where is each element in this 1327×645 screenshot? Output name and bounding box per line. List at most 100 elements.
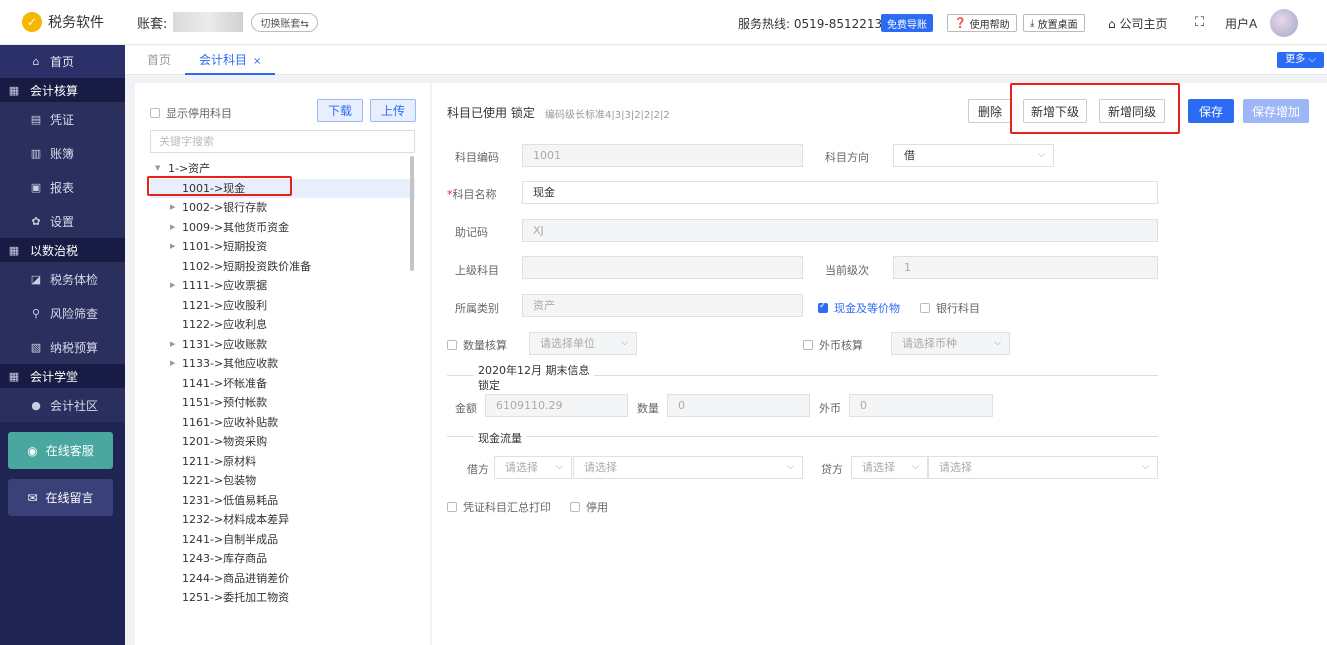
- currency-select[interactable]: 请选择币种 ⌵: [891, 332, 1010, 355]
- upload-button[interactable]: 上传: [370, 99, 416, 122]
- nav-community[interactable]: ● 会计社区: [0, 388, 125, 422]
- user-name[interactable]: 用户A: [1225, 15, 1257, 32]
- amount-field[interactable]: 6109110.29: [485, 394, 628, 417]
- nav-home[interactable]: ⌂ 首页: [0, 45, 125, 78]
- tree-item[interactable]: ▶ 1101->短期投资: [150, 237, 415, 257]
- tree-item[interactable]: ▶ 1133->其他应收款: [150, 354, 415, 374]
- tree-item[interactable]: 1151->预付帐款: [150, 393, 415, 413]
- close-icon[interactable]: ×: [253, 56, 261, 67]
- name-field[interactable]: 现金: [522, 181, 1158, 204]
- code-label: 科目编码: [455, 151, 499, 164]
- debit-item-select[interactable]: 请选择 ⌵: [573, 456, 803, 479]
- chevron-right-icon[interactable]: ▶: [170, 198, 175, 218]
- tree-item[interactable]: 1232->材料成本差异: [150, 510, 415, 530]
- tree-item[interactable]: 1231->低值易耗品: [150, 491, 415, 511]
- tree-item[interactable]: ▶ 1009->其他货币资金: [150, 218, 415, 238]
- tree-item[interactable]: 1244->商品进销差价: [150, 569, 415, 589]
- online-service-button[interactable]: ◉ 在线客服: [8, 432, 113, 469]
- tree-item[interactable]: 1251->委托加工物资: [150, 588, 415, 608]
- debit-type-select[interactable]: 请选择 ⌵: [494, 456, 572, 479]
- disable-checkbox[interactable]: 停用: [570, 499, 608, 515]
- switch-account-button[interactable]: 切换账套⇆: [251, 12, 318, 32]
- direction-select[interactable]: 借 ⌵: [893, 144, 1054, 167]
- service-icon: ◉: [27, 443, 38, 458]
- tree-item-label: 1231->低值易耗品: [182, 493, 279, 507]
- name-label-text: 科目名称: [452, 188, 497, 201]
- desktop-button[interactable]: ⤓ 放置桌面: [1023, 14, 1085, 32]
- tab-accounting-subjects[interactable]: 会计科目 ×: [185, 45, 276, 75]
- save-add-button[interactable]: 保存增加: [1243, 99, 1309, 123]
- unit-select[interactable]: 请选择单位 ⌵: [529, 332, 637, 355]
- desktop-label: 放置桌面: [1037, 19, 1078, 31]
- mnemonic-field[interactable]: XJ: [522, 219, 1158, 242]
- delete-button[interactable]: 删除: [968, 99, 1012, 123]
- nav-tax-budget[interactable]: ▧ 纳税预算: [0, 330, 125, 364]
- download-button[interactable]: 下载: [317, 99, 363, 122]
- category-field[interactable]: 资产: [522, 294, 803, 317]
- company-home-link[interactable]: ⌂ 公司主页: [1108, 15, 1167, 32]
- avatar[interactable]: [1270, 9, 1298, 37]
- tree-scrollbar[interactable]: [410, 156, 414, 271]
- online-message-button[interactable]: ✉ 在线留言: [8, 479, 113, 516]
- nav-settings[interactable]: ✿ 设置: [0, 204, 125, 238]
- tree-item[interactable]: ▶ 1002->银行存款: [150, 198, 415, 218]
- tab-bar: 首页 会计科目 × 更多 ⌵: [125, 45, 1327, 75]
- account-name-masked: [173, 12, 244, 32]
- add-same-level-button[interactable]: 新增同级: [1099, 99, 1165, 123]
- credit-type-select[interactable]: 请选择 ⌵: [851, 456, 928, 479]
- tree-item[interactable]: 1241->自制半成品: [150, 530, 415, 550]
- search-input[interactable]: 关键字搜索: [150, 130, 415, 153]
- fullscreen-icon[interactable]: ⛶: [1195, 15, 1204, 30]
- credit-item-select[interactable]: 请选择 ⌵: [928, 456, 1158, 479]
- tree-item[interactable]: 1102->短期投资跌价准备: [150, 257, 415, 277]
- chevron-right-icon[interactable]: ▶: [170, 335, 175, 355]
- tree-item[interactable]: ▶ 1111->应收票据: [150, 276, 415, 296]
- nav-report[interactable]: ▣ 报表: [0, 170, 125, 204]
- print-summary-checkbox[interactable]: 凭证科目汇总打印: [447, 499, 551, 515]
- debit-item-placeholder: 请选择: [584, 461, 617, 474]
- nav-group-school[interactable]: ▦ 会计学堂: [0, 364, 125, 388]
- tree-item[interactable]: 1001->现金: [150, 178, 415, 198]
- chevron-right-icon[interactable]: ▶: [170, 218, 175, 238]
- location-icon: ●: [31, 398, 41, 412]
- nav-ledger[interactable]: ▥ 账簿: [0, 136, 125, 170]
- show-disabled-checkbox[interactable]: 显示停用科目: [150, 105, 232, 121]
- tree-item[interactable]: 1122->应收利息: [150, 315, 415, 335]
- tree-item[interactable]: 1161->应收补贴款: [150, 413, 415, 433]
- nav-group-accounting[interactable]: ▦ 会计核算: [0, 78, 125, 102]
- save-button[interactable]: 保存: [1188, 99, 1234, 123]
- tree-item[interactable]: 1221->包装物: [150, 471, 415, 491]
- level-field[interactable]: 1: [893, 256, 1158, 279]
- nav-tax-check[interactable]: ◪ 税务体检: [0, 262, 125, 296]
- chevron-right-icon[interactable]: ▶: [170, 354, 175, 374]
- parent-field[interactable]: [522, 256, 803, 279]
- free-nav-button[interactable]: 免费导账: [881, 14, 933, 32]
- tree-item[interactable]: 1211->原材料: [150, 452, 415, 472]
- help-button[interactable]: ❓ 使用帮助: [947, 14, 1017, 32]
- more-button[interactable]: 更多 ⌵: [1277, 52, 1324, 68]
- quantity-calc-checkbox[interactable]: 数量核算: [447, 337, 507, 353]
- message-icon: ✉: [27, 490, 38, 505]
- tree-item[interactable]: 1141->坏帐准备: [150, 374, 415, 394]
- tab-home[interactable]: 首页: [147, 45, 171, 75]
- code-field[interactable]: 1001: [522, 144, 803, 167]
- nav-risk-screen[interactable]: ⚲ 风险筛查: [0, 296, 125, 330]
- quantity-field[interactable]: 0: [667, 394, 810, 417]
- fx-calc-checkbox[interactable]: 外币核算: [803, 337, 863, 353]
- bank-subject-checkbox[interactable]: 银行科目: [920, 300, 980, 316]
- brand-logo[interactable]: ✓ 税务软件: [0, 0, 125, 45]
- tree-item[interactable]: 1243->库存商品: [150, 549, 415, 569]
- chevron-right-icon[interactable]: ▶: [170, 237, 175, 257]
- chevron-down-icon[interactable]: ▼: [155, 159, 160, 179]
- tree-item[interactable]: 1121->应收股利: [150, 296, 415, 316]
- nav-voucher[interactable]: ▤ 凭证: [0, 102, 125, 136]
- tree-item[interactable]: ▶ 1131->应收账款: [150, 335, 415, 355]
- tree-root-assets[interactable]: ▼ 1->资产: [150, 159, 415, 179]
- chevron-right-icon[interactable]: ▶: [170, 276, 175, 296]
- chevron-down-icon: ⌵: [787, 462, 794, 472]
- fx-field[interactable]: 0: [849, 394, 993, 417]
- add-sub-button[interactable]: 新增下级: [1023, 99, 1087, 123]
- nav-group-tax[interactable]: ▦ 以数治税: [0, 238, 125, 262]
- tree-item[interactable]: 1201->物资采购: [150, 432, 415, 452]
- cash-equivalent-checkbox[interactable]: 现金及等价物: [818, 300, 900, 316]
